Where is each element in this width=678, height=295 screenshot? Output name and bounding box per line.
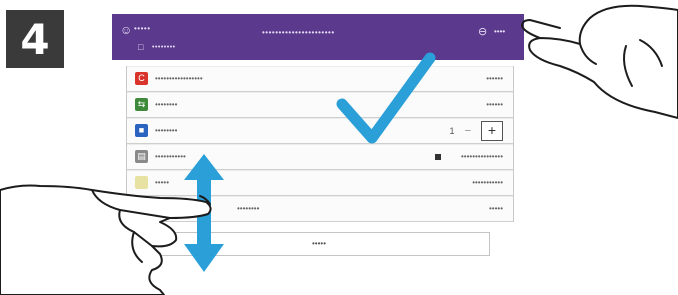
gesture-overlay bbox=[0, 4, 678, 295]
tap-hand-icon bbox=[521, 4, 678, 119]
swipe-hand-icon bbox=[0, 184, 212, 295]
checkmark-icon bbox=[336, 52, 436, 144]
